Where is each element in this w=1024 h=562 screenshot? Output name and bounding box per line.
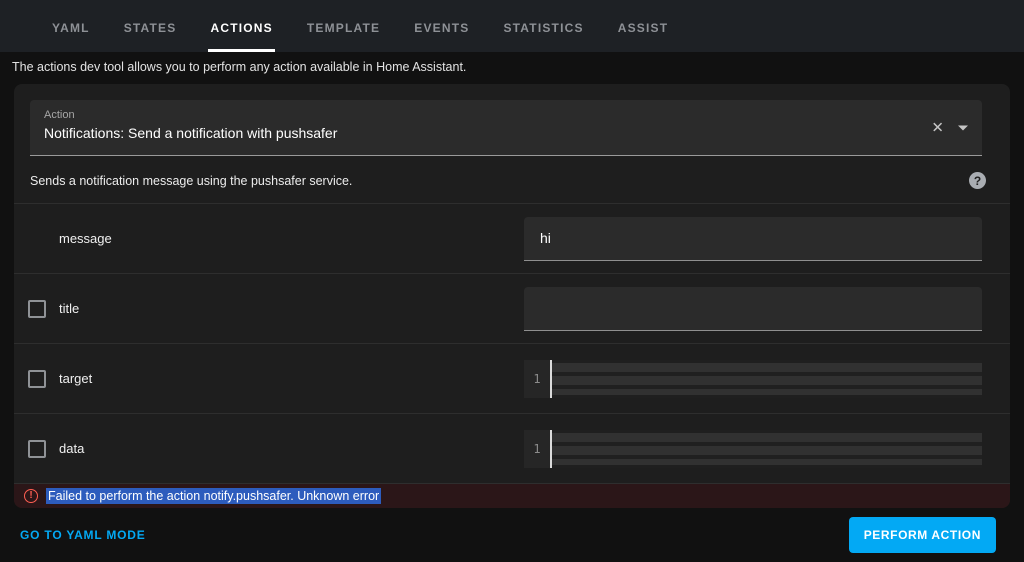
error-bar: ! Failed to perform the action notify.pu… — [14, 484, 1010, 508]
dev-tools-tab-bar: YAML STATES ACTIONS TEMPLATE EVENTS STAT… — [0, 0, 1024, 52]
error-message: Failed to perform the action notify.push… — [46, 488, 381, 504]
field-row-title: title — [14, 274, 1010, 344]
action-description-row: Sends a notification message using the p… — [14, 156, 1010, 204]
error-alert-icon: ! — [24, 489, 38, 503]
field-row-message: message — [14, 204, 1010, 274]
data-code-content[interactable] — [550, 430, 982, 468]
actions-card: Action Notifications: Send a notificatio… — [14, 84, 1010, 508]
tab-assist[interactable]: ASSIST — [616, 0, 671, 52]
tab-states[interactable]: STATES — [122, 0, 179, 52]
field-row-target: target 1 — [14, 344, 1010, 414]
target-label: target — [59, 371, 92, 386]
data-checkbox[interactable] — [28, 440, 46, 458]
intro-text: The actions dev tool allows you to perfo… — [0, 52, 1024, 84]
perform-action-button[interactable]: PERFORM ACTION — [849, 517, 996, 553]
action-description: Sends a notification message using the p… — [30, 174, 352, 188]
help-icon[interactable]: ? — [969, 172, 986, 189]
action-picker-label: Action — [44, 109, 968, 121]
target-checkbox[interactable] — [28, 370, 46, 388]
title-checkbox[interactable] — [28, 300, 46, 318]
tab-actions[interactable]: ACTIONS — [208, 0, 274, 52]
target-code-content[interactable] — [550, 360, 982, 398]
clear-icon[interactable]: ✕ — [931, 120, 944, 135]
checkbox-spacer — [28, 230, 46, 248]
tab-template[interactable]: TEMPLATE — [305, 0, 382, 52]
tab-yaml[interactable]: YAML — [50, 0, 92, 52]
target-line-number: 1 — [524, 360, 550, 398]
action-picker[interactable]: Action Notifications: Send a notificatio… — [30, 100, 982, 156]
field-row-data: data 1 — [14, 414, 1010, 484]
tab-statistics[interactable]: STATISTICS — [501, 0, 585, 52]
target-code-editor[interactable]: 1 — [524, 360, 982, 398]
tab-events[interactable]: EVENTS — [412, 0, 471, 52]
code-lines — [552, 363, 982, 395]
data-line-number: 1 — [524, 430, 550, 468]
message-input[interactable] — [538, 229, 968, 247]
title-label: title — [59, 301, 79, 316]
title-textfield — [524, 287, 982, 331]
footer-bar: GO TO YAML MODE PERFORM ACTION — [0, 508, 1024, 562]
title-input[interactable] — [538, 299, 968, 317]
data-code-editor[interactable]: 1 — [524, 430, 982, 468]
data-label: data — [59, 441, 84, 456]
message-label: message — [59, 231, 112, 246]
action-picker-value: Notifications: Send a notification with … — [44, 125, 968, 141]
action-picker-icons: ✕ — [931, 120, 968, 135]
message-textfield — [524, 217, 982, 261]
chevron-down-icon[interactable] — [958, 125, 968, 130]
go-to-yaml-mode-link[interactable]: GO TO YAML MODE — [20, 528, 146, 542]
code-lines — [552, 433, 982, 465]
